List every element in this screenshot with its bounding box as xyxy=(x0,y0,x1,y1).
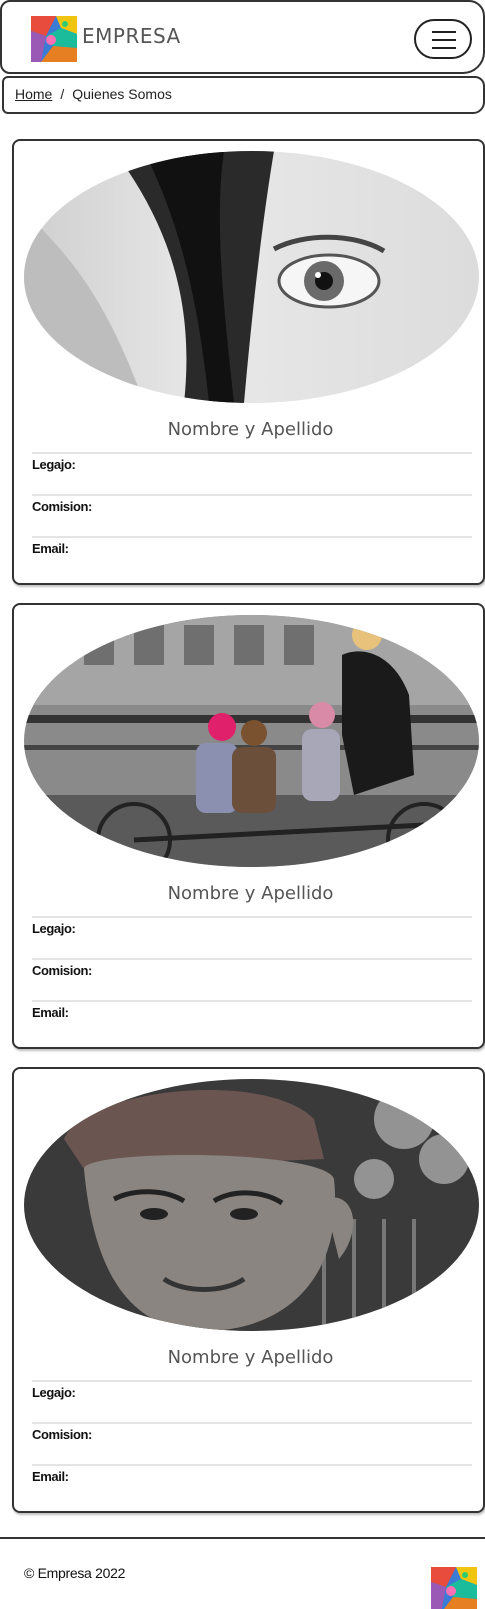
legajo-field: Legajo: xyxy=(32,916,472,958)
comision-field: Comision: xyxy=(32,1422,472,1464)
breadcrumb: Home / Quienes Somos xyxy=(2,76,485,114)
hamburger-line-icon xyxy=(432,47,456,49)
member-photo xyxy=(24,1079,479,1331)
email-field: Email: xyxy=(32,1000,472,1042)
email-field: Email: xyxy=(32,536,472,578)
footer: © Empresa 2022 xyxy=(0,1537,485,1609)
navbar: EMPRESA xyxy=(0,0,485,74)
footer-logo-icon[interactable] xyxy=(431,1567,477,1609)
member-photo xyxy=(24,615,479,867)
legajo-field: Legajo: xyxy=(32,1380,472,1422)
member-name: Nombre y Apellido xyxy=(167,419,334,440)
breadcrumb-home-link[interactable]: Home xyxy=(15,86,52,102)
member-name: Nombre y Apellido xyxy=(167,883,334,904)
team-member-card: Nombre y Apellido Legajo: Comision: Emai… xyxy=(12,1067,485,1513)
hamburger-line-icon xyxy=(432,39,456,41)
brand-name[interactable]: EMPRESA xyxy=(82,24,181,48)
hamburger-menu-button[interactable] xyxy=(414,19,472,59)
breadcrumb-separator: / xyxy=(60,86,65,102)
member-name: Nombre y Apellido xyxy=(167,1347,334,1368)
email-field: Email: xyxy=(32,1464,472,1506)
team-member-card: Nombre y Apellido Legajo: Comision: Emai… xyxy=(12,139,485,585)
copyright-text: © Empresa 2022 xyxy=(24,1565,126,1581)
brand-logo-icon[interactable] xyxy=(31,16,77,62)
comision-field: Comision: xyxy=(32,958,472,1000)
team-member-card: Nombre y Apellido Legajo: Comision: Emai… xyxy=(12,603,485,1049)
hamburger-line-icon xyxy=(432,31,456,33)
breadcrumb-current: Quienes Somos xyxy=(72,86,172,102)
comision-field: Comision: xyxy=(32,494,472,536)
legajo-field: Legajo: xyxy=(32,452,472,494)
member-photo xyxy=(24,151,479,403)
